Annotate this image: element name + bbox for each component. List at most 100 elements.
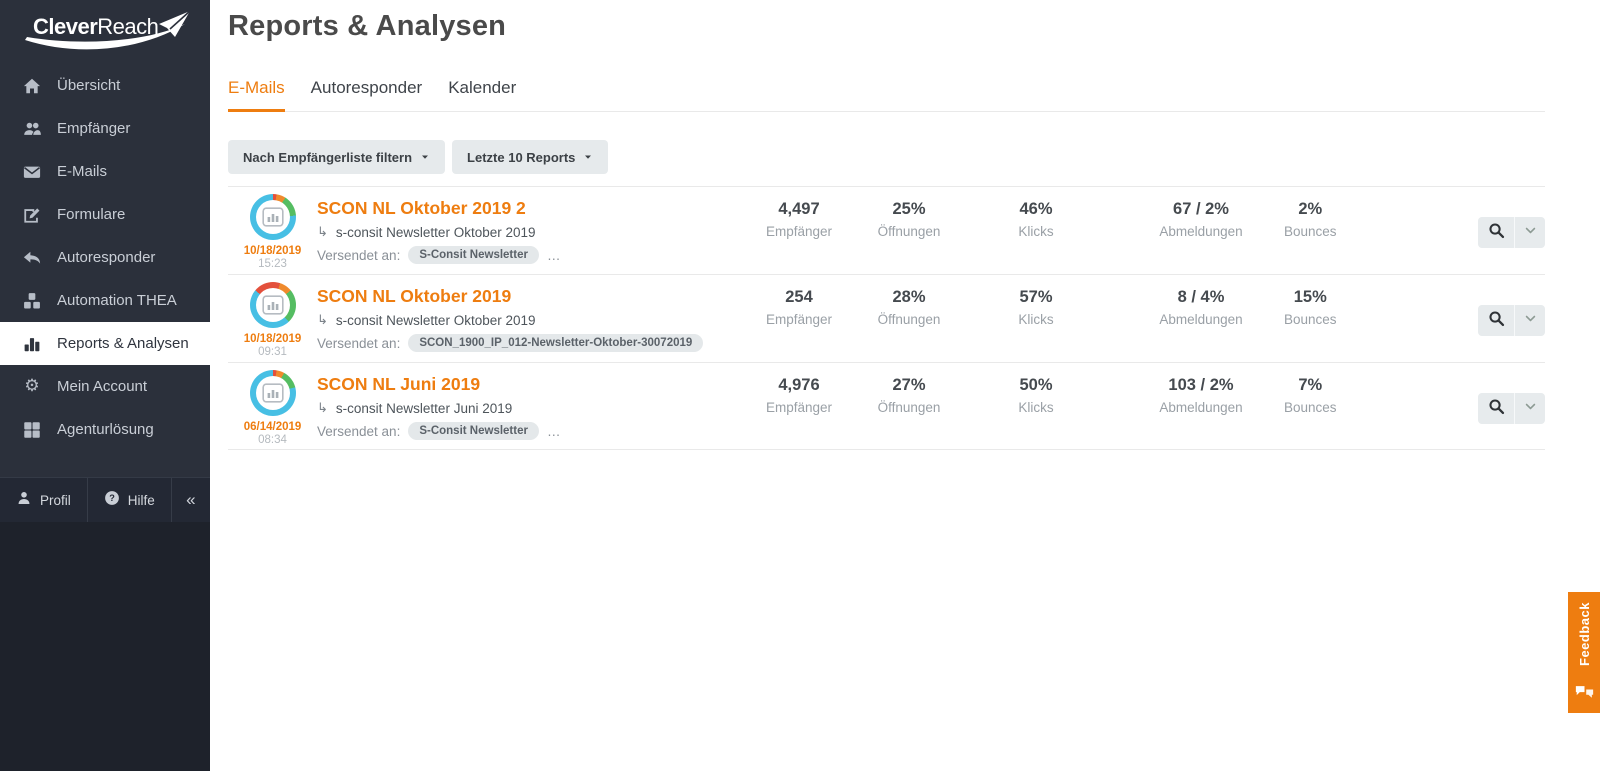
stat-cell: 2% Bounces	[1284, 187, 1337, 274]
sidebar-item[interactable]: Automation THEA	[0, 279, 210, 322]
svg-text:?: ?	[109, 493, 115, 503]
report-subject: ↳ s-consit Newsletter Oktober 2019	[317, 225, 734, 240]
stat-value: 4,497	[734, 200, 864, 219]
report-row: 06/14/2019 08:34 SCON NL Juni 2019 ↳ s-c…	[228, 362, 1545, 450]
tab-bar: E-Mails Autoresponder Kalender	[228, 78, 1545, 112]
report-row: 10/18/2019 09:31 SCON NL Oktober 2019 ↳ …	[228, 274, 1545, 362]
sidebar-item-label: Agenturlösung	[57, 421, 154, 438]
sidebar-collapse-button[interactable]: «	[172, 478, 210, 522]
report-subject: ↳ s-consit Newsletter Juni 2019	[317, 401, 734, 416]
stat-value: 27%	[864, 376, 954, 395]
tab[interactable]: Kalender	[448, 78, 516, 112]
stat-value: 2%	[1284, 200, 1337, 219]
sidebar-footer-items: Profil ? Hilfe	[0, 478, 172, 522]
stat-label: Öffnungen	[864, 224, 954, 239]
report-date: 10/18/2019	[244, 245, 302, 257]
cubes-icon	[21, 292, 43, 310]
report-title-link[interactable]: SCON NL Oktober 2019 2	[317, 198, 734, 219]
report-donut-chart	[250, 282, 296, 328]
report-donut-cell: 10/18/2019 15:23	[228, 187, 317, 274]
subject-arrow-icon: ↳	[317, 401, 328, 416]
grid-icon	[21, 421, 43, 439]
home-icon	[21, 77, 43, 95]
stat-cell: 7% Bounces	[1284, 363, 1337, 449]
page-title: Reports & Analysen	[228, 10, 1600, 43]
filter-label: Nach Empfängerliste filtern	[243, 150, 412, 165]
sidebar-footer-item[interactable]: ? Hilfe	[88, 478, 172, 522]
search-icon	[1488, 310, 1505, 332]
stat-label: Bounces	[1284, 312, 1337, 327]
sidebar-footer-item[interactable]: Profil	[0, 478, 88, 522]
report-more-actions-button[interactable]	[1515, 217, 1545, 248]
stat-cell: 15% Bounces	[1284, 275, 1337, 362]
gear-icon: ⚙	[21, 378, 43, 395]
chevron-down-icon	[1524, 224, 1537, 242]
view-report-button[interactable]	[1478, 393, 1515, 424]
svg-text:CleverReach: CleverReach	[33, 14, 158, 39]
reply-icon	[21, 249, 43, 267]
recipient-list-badge[interactable]: S-Consit Newsletter	[408, 422, 539, 440]
stat-cell: 4,976 Empfänger	[734, 363, 864, 449]
view-report-button[interactable]	[1478, 217, 1515, 248]
recipient-list-badge[interactable]: S-Consit Newsletter	[408, 246, 539, 264]
recipient-list-badge[interactable]: SCON_1900_IP_012-Newsletter-Oktober-3007…	[408, 334, 703, 352]
sidebar-item-label: E-Mails	[57, 163, 107, 180]
stat-value: 7%	[1284, 376, 1337, 395]
sidebar-item[interactable]: Autoresponder	[0, 236, 210, 279]
sidebar-item-label: Automation THEA	[57, 292, 177, 309]
sidebar-item-label: Empfänger	[57, 120, 130, 137]
sidebar-footer: Profil ? Hilfe «	[0, 477, 210, 522]
stat-label: Öffnungen	[864, 400, 954, 415]
sidebar-item[interactable]: Formulare	[0, 193, 210, 236]
sidebar-item[interactable]: Übersicht	[0, 64, 210, 107]
report-donut-chart	[250, 194, 296, 240]
sidebar-item[interactable]: Agenturlösung	[0, 408, 210, 451]
report-date: 06/14/2019	[244, 421, 302, 433]
sidebar-item[interactable]: Empfänger	[0, 107, 210, 150]
app: CleverReach Übersicht Empfänger	[0, 0, 1600, 771]
sidebar-item[interactable]: ⚙ Mein Account	[0, 365, 210, 408]
filter-dropdown-button[interactable]: Nach Empfängerliste filtern	[228, 140, 445, 174]
sidebar-item[interactable]: E-Mails	[0, 150, 210, 193]
stat-value: 25%	[864, 200, 954, 219]
report-more-actions-button[interactable]	[1515, 393, 1545, 424]
report-action-button	[1478, 217, 1545, 248]
feedback-bubbles-icon	[1575, 685, 1594, 706]
search-icon	[1488, 398, 1505, 420]
report-subject: ↳ s-consit Newsletter Oktober 2019	[317, 313, 734, 328]
report-more-actions-button[interactable]	[1515, 305, 1545, 336]
stat-cell: 67 / 2% Abmeldungen	[1118, 187, 1284, 274]
tab[interactable]: E-Mails	[228, 78, 285, 112]
report-subject-text: s-consit Newsletter Juni 2019	[336, 401, 512, 416]
report-row: 10/18/2019 15:23 SCON NL Oktober 2019 2 …	[228, 186, 1545, 274]
report-sent-to: Versendet an: S-Consit Newsletter …	[317, 246, 734, 264]
cleverreach-logo[interactable]: CleverReach	[0, 0, 210, 60]
stat-label: Abmeldungen	[1118, 224, 1284, 239]
search-icon	[1488, 222, 1505, 244]
sidebar-item-label: Übersicht	[57, 77, 120, 94]
subject-arrow-icon: ↳	[317, 225, 328, 240]
feedback-tab[interactable]: Feedback	[1568, 592, 1600, 713]
sidebar-item-label: Reports & Analysen	[57, 335, 189, 352]
filter-dropdown-button[interactable]: Letzte 10 Reports	[452, 140, 608, 174]
stat-label: Bounces	[1284, 400, 1337, 415]
stat-value: 67 / 2%	[1118, 200, 1284, 219]
chevron-down-icon	[1524, 312, 1537, 330]
report-title-link[interactable]: SCON NL Juni 2019	[317, 374, 734, 395]
sidebar-item-label: Formulare	[57, 206, 125, 223]
filter-bar: Nach Empfängerliste filtern Letzte 10 Re…	[228, 140, 1545, 174]
sent-to-label: Versendet an:	[317, 336, 400, 351]
tab[interactable]: Autoresponder	[311, 78, 423, 112]
stat-cell: 254 Empfänger	[734, 275, 864, 362]
bar-chart-icon	[250, 282, 296, 328]
stat-cell: 4,497 Empfänger	[734, 187, 864, 274]
stat-value: 46%	[954, 200, 1118, 219]
report-action-button	[1478, 305, 1545, 336]
view-report-button[interactable]	[1478, 305, 1515, 336]
stat-label: Empfänger	[734, 224, 864, 239]
badge-ellipsis: …	[547, 424, 562, 439]
report-title-link[interactable]: SCON NL Oktober 2019	[317, 286, 734, 307]
sidebar-item[interactable]: Reports & Analysen	[0, 322, 210, 365]
user-icon	[16, 490, 32, 511]
stat-value: 57%	[954, 288, 1118, 307]
